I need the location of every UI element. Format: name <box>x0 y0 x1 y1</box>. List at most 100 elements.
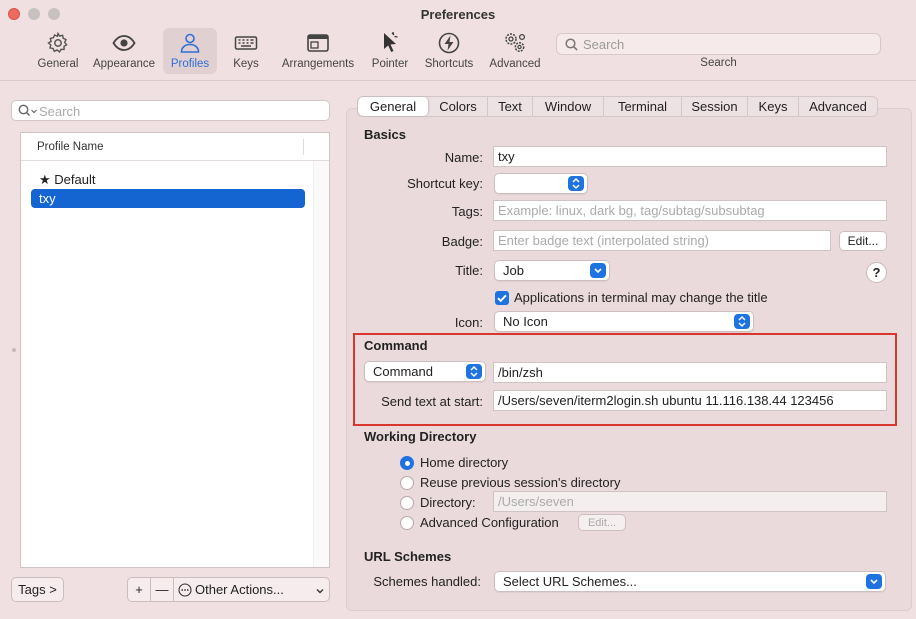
send-text-label: Send text at start: <box>381 394 483 409</box>
badge-field[interactable] <box>493 230 831 251</box>
badge-label: Badge: <box>441 234 483 249</box>
tab-general[interactable]: General <box>358 97 429 116</box>
tags-label: Tags: <box>451 204 483 219</box>
toolbar-shortcuts[interactable]: Shortcuts <box>420 28 478 74</box>
toolbar-label: Arrangements <box>281 58 355 70</box>
tab-advanced[interactable]: Advanced <box>799 97 877 116</box>
chevron-down-icon <box>866 574 882 589</box>
icon-popup-value: No Icon <box>503 314 548 329</box>
toolbar-label: Appearance <box>92 58 156 70</box>
tab-text[interactable]: Text <box>488 97 533 116</box>
radio-home-directory[interactable] <box>400 456 414 470</box>
column-divider <box>303 139 304 155</box>
bolt-icon <box>420 31 478 57</box>
toolbar-divider <box>0 80 916 81</box>
other-actions-label: Other Actions... <box>195 582 284 597</box>
advanced-configuration-edit-button[interactable]: Edit... <box>578 514 626 531</box>
title-label: Title: <box>455 263 483 278</box>
shortcut-key-label: Shortcut key: <box>407 176 483 191</box>
profile-row-txy[interactable]: txy <box>31 189 305 208</box>
directory-path-field[interactable] <box>493 491 887 512</box>
command-mode-popup[interactable]: Command <box>364 361 486 382</box>
radio-reuse-directory-label: Reuse previous session's directory <box>420 475 621 490</box>
search-icon <box>18 104 38 121</box>
preferences-search[interactable] <box>556 33 881 55</box>
chevron-down-icon <box>315 584 325 599</box>
keyboard-icon <box>226 31 266 57</box>
send-text-field[interactable] <box>493 390 887 411</box>
other-actions-menu[interactable]: Other Actions... <box>173 577 330 602</box>
column-header-profile-name: Profile Name <box>37 141 104 153</box>
title-change-checkbox[interactable] <box>495 291 509 305</box>
toolbar-appearance[interactable]: Appearance <box>90 28 158 74</box>
radio-reuse-directory[interactable] <box>400 476 414 490</box>
name-field[interactable] <box>493 146 887 167</box>
tab-keys[interactable]: Keys <box>748 97 799 116</box>
icon-popup[interactable]: No Icon <box>494 311 754 332</box>
name-label: Name: <box>444 150 483 165</box>
title-popup-value: Job <box>503 263 524 278</box>
url-schemes-heading: URL Schemes <box>364 549 452 564</box>
gear-icon <box>36 31 80 57</box>
toolbar-profiles[interactable]: Profiles <box>163 28 217 74</box>
profile-row-default[interactable]: ★ Default <box>31 170 305 189</box>
toolbar-label: Profiles <box>170 58 210 70</box>
profile-row-label: ★ Default <box>39 172 96 187</box>
tab-colors[interactable]: Colors <box>429 97 488 116</box>
window-title: Preferences <box>420 7 496 22</box>
profile-search[interactable] <box>11 100 330 121</box>
title-change-checkbox-label: Applications in terminal may change the … <box>514 290 768 305</box>
remove-profile-button[interactable]: — <box>150 577 174 602</box>
url-schemes-popup[interactable]: Select URL Schemes... <box>494 571 886 592</box>
toolbar-pointer[interactable]: Pointer <box>366 28 414 74</box>
command-heading: Command <box>364 338 428 353</box>
tags-button[interactable]: Tags > <box>11 577 64 602</box>
title-popup[interactable]: Job <box>494 260 610 281</box>
radio-advanced-configuration[interactable] <box>400 516 414 530</box>
eye-icon <box>90 31 158 57</box>
tab-session[interactable]: Session <box>682 97 748 116</box>
command-field[interactable] <box>493 362 887 383</box>
toolbar-label: Keys <box>233 58 259 70</box>
schemes-handled-label: Schemes handled: <box>373 574 481 589</box>
toolbar-arrangements[interactable]: Arrangements <box>276 28 360 74</box>
tags-field[interactable] <box>493 200 887 221</box>
icon-label: Icon: <box>454 315 483 330</box>
radio-directory[interactable] <box>400 496 414 510</box>
command-mode-value: Command <box>373 364 433 379</box>
search-label: Search <box>700 57 737 69</box>
toolbar-keys[interactable]: Keys <box>226 28 266 74</box>
person-icon <box>163 31 217 57</box>
preferences-search-input[interactable] <box>583 36 873 53</box>
toolbar-label: General <box>37 58 79 70</box>
updown-chevron-icon <box>734 314 750 329</box>
radio-home-directory-label: Home directory <box>420 455 509 470</box>
add-profile-button[interactable]: + <box>127 577 151 602</box>
toolbar-label: Pointer <box>371 58 409 70</box>
shortcut-key-popup[interactable] <box>494 173 588 194</box>
toolbar-label: Advanced <box>489 58 541 70</box>
updown-chevron-icon <box>466 364 482 379</box>
toolbar-general[interactable]: General <box>36 28 80 74</box>
profile-list-scrollbar[interactable] <box>313 161 329 567</box>
tab-terminal[interactable]: Terminal <box>604 97 682 116</box>
badge-edit-button[interactable]: Edit... <box>839 231 887 251</box>
profile-search-input[interactable] <box>39 103 324 119</box>
split-view-handle[interactable] <box>12 348 16 352</box>
search-icon <box>565 38 578 54</box>
toolbar-label: Shortcuts <box>424 58 474 70</box>
tab-window[interactable]: Window <box>533 97 604 116</box>
gears-icon <box>486 31 544 57</box>
toolbar-advanced[interactable]: Advanced <box>486 28 544 74</box>
window-icon <box>276 31 360 57</box>
profile-tabs: General Colors Text Window Terminal Sess… <box>357 96 878 117</box>
preferences-window: Preferences General Appearance Profiles … <box>0 0 916 619</box>
checkmark-icon <box>497 294 507 303</box>
chevron-down-icon <box>590 263 606 278</box>
ellipsis-circle-icon <box>178 583 192 600</box>
profile-list-header[interactable]: Profile Name <box>21 133 329 161</box>
working-directory-heading: Working Directory <box>364 429 477 444</box>
radio-advanced-configuration-label: Advanced Configuration <box>420 515 559 530</box>
pointer-icon <box>366 31 414 57</box>
help-button[interactable]: ? <box>866 262 887 283</box>
